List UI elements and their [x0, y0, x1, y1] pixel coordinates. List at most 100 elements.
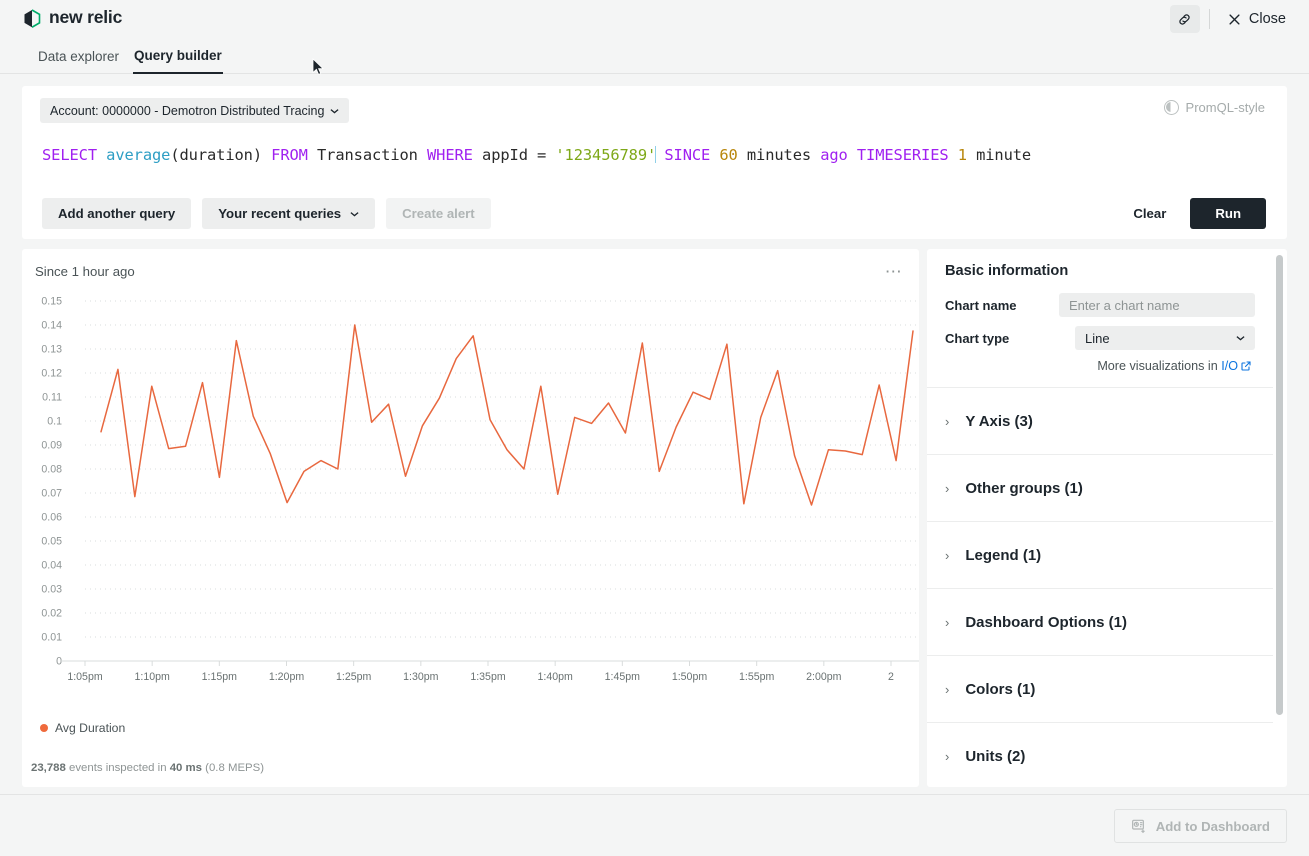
mouse-cursor: [312, 58, 324, 76]
x-axis-tick-label: 1:30pm: [403, 671, 439, 683]
y-axis-tick-label: 0.11: [42, 392, 62, 404]
x-axis-tick-label: 1:40pm: [537, 671, 573, 683]
chart-type-value: Line: [1085, 331, 1110, 346]
promql-label: PromQL-style: [1186, 100, 1265, 115]
section-other-groups[interactable]: › Other groups (1): [927, 455, 1273, 522]
chevron-right-icon: ›: [945, 750, 949, 763]
chart-settings-content: Basic information Chart name Chart type …: [927, 249, 1273, 787]
section-dashboard-options[interactable]: › Dashboard Options (1): [927, 589, 1273, 656]
account-selector[interactable]: Account: 0000000 - Demotron Distributed …: [40, 98, 349, 123]
section-y-axis[interactable]: › Y Axis (3): [927, 388, 1273, 455]
basic-information-section: Basic information Chart name Chart type …: [927, 249, 1273, 388]
nrql-token-8: '123456789': [555, 146, 656, 164]
basic-information-heading: Basic information: [945, 263, 1255, 279]
add-to-dashboard-label: Add to Dashboard: [1156, 819, 1270, 834]
y-axis-tick-label: 0.08: [41, 464, 62, 476]
y-axis-tick-label: 0.15: [41, 296, 62, 308]
nrql-token-10: SINCE: [664, 146, 710, 164]
section-units-label: Units (2): [965, 748, 1025, 765]
more-visualizations-link[interactable]: I/O: [1221, 359, 1238, 373]
query-rate: (0.8 MEPS): [202, 762, 264, 774]
add-to-dashboard-button: Add to Dashboard: [1114, 809, 1287, 843]
settings-scrollbar-thumb[interactable]: [1276, 255, 1283, 715]
new-relic-logo[interactable]: new relic: [22, 7, 122, 28]
y-axis-tick-label: 0.02: [41, 608, 62, 620]
query-panel: Account: 0000000 - Demotron Distributed …: [22, 86, 1287, 239]
chart-name-input[interactable]: [1059, 293, 1255, 317]
copy-link-button[interactable]: [1170, 5, 1200, 33]
query-duration: 40 ms: [170, 762, 202, 774]
x-axis-tick-label: 1:10pm: [134, 671, 170, 683]
x-axis-tick-label: 1:05pm: [67, 671, 103, 683]
nrql-query-input[interactable]: SELECT average(duration) FROM Transactio…: [42, 144, 1267, 166]
run-button[interactable]: Run: [1190, 198, 1266, 229]
query-actions-left: Add another query Your recent queries Cr…: [42, 198, 491, 229]
y-axis-tick-label: 0.14: [41, 320, 62, 332]
chevron-right-icon: ›: [945, 415, 949, 428]
external-link-icon: [1240, 360, 1252, 372]
y-axis-tick-label: 0.12: [41, 368, 62, 380]
chevron-right-icon: ›: [945, 549, 949, 562]
chart-settings-panel: Basic information Chart name Chart type …: [927, 249, 1287, 787]
more-visualizations-text: More visualizations in: [1097, 359, 1221, 373]
chart-name-label: Chart name: [945, 298, 1059, 313]
chart-footer-stats: 23,788 events inspected in 40 ms (0.8 ME…: [31, 762, 264, 774]
tab-data-explorer-label: Data explorer: [38, 49, 119, 64]
close-button[interactable]: Close: [1219, 6, 1297, 32]
y-axis-tick-label: 0.03: [41, 584, 62, 596]
recent-queries-label: Your recent queries: [218, 206, 341, 221]
y-axis-tick-label: 0.06: [41, 512, 62, 524]
nrql-token-4: FROM: [271, 146, 308, 164]
add-another-query-label: Add another query: [58, 206, 175, 221]
section-units[interactable]: › Units (2): [927, 723, 1273, 787]
half-circle-icon: [1164, 100, 1179, 115]
bottom-bar: Add to Dashboard: [0, 794, 1309, 856]
more-options-icon[interactable]: ⋯: [883, 263, 905, 281]
legend-series-label: Avg Duration: [55, 721, 125, 735]
tab-data-explorer[interactable]: Data explorer: [38, 38, 119, 74]
clear-button[interactable]: Clear: [1125, 198, 1174, 229]
chevron-down-icon: [330, 108, 339, 114]
chart-time-range-title: Since 1 hour ago: [35, 264, 135, 279]
y-axis-tick-label: 0.01: [41, 632, 62, 644]
nrql-token-5: Transaction: [308, 146, 427, 164]
query-actions-right: Clear Run: [1125, 198, 1266, 229]
y-axis-tick-label: 0.04: [41, 560, 62, 572]
chart-legend[interactable]: Avg Duration: [40, 721, 125, 735]
events-inspected-suffix: events inspected in: [66, 762, 170, 774]
nrql-token-9: [655, 146, 664, 164]
y-axis-tick-label: 0.1: [47, 416, 62, 428]
chevron-right-icon: ›: [945, 683, 949, 696]
x-axis-tick-label: 1:25pm: [336, 671, 372, 683]
x-axis-tick-label: 1:55pm: [739, 671, 775, 683]
section-other-groups-label: Other groups (1): [965, 480, 1083, 497]
x-axis-tick-label: 1:35pm: [470, 671, 506, 683]
top-bar-actions: Close: [1170, 5, 1297, 33]
y-axis-tick-label: 0.09: [41, 440, 62, 452]
recent-queries-button[interactable]: Your recent queries: [202, 198, 375, 229]
line-chart[interactable]: 0.150.140.130.120.110.10.090.080.070.060…: [22, 289, 919, 729]
add-another-query-button[interactable]: Add another query: [42, 198, 191, 229]
section-colors[interactable]: › Colors (1): [927, 656, 1273, 723]
close-x-icon: [1227, 12, 1242, 27]
chart-type-select[interactable]: Line: [1075, 326, 1255, 350]
promql-style-toggle[interactable]: PromQL-style: [1164, 100, 1265, 115]
x-axis-tick-label: 2:00pm: [806, 671, 842, 683]
clear-label: Clear: [1133, 206, 1166, 221]
x-axis-tick-label: 1:45pm: [605, 671, 641, 683]
brand-name: new relic: [49, 7, 122, 28]
nrql-token-16: TIMESERIES: [857, 146, 949, 164]
nrql-token-14: ago: [820, 146, 848, 164]
section-legend[interactable]: › Legend (1): [927, 522, 1273, 589]
section-colors-label: Colors (1): [965, 681, 1035, 698]
nrql-token-17: [949, 146, 958, 164]
more-visualizations-row: More visualizations in I/O: [945, 359, 1255, 373]
nrql-token-7: appId =: [473, 146, 556, 164]
series-line-avg-duration[interactable]: [101, 325, 913, 505]
nrql-token-12: 60: [719, 146, 737, 164]
chart-type-row: Chart type Line: [945, 326, 1255, 350]
chart-card: Since 1 hour ago ⋯ 0.15 0.14 0.13 0.12 0.11 0…: [22, 249, 919, 787]
tab-query-builder[interactable]: Query builder: [133, 38, 223, 74]
nrql-token-0: SELECT: [42, 146, 97, 164]
y-axis-tick-label: 0.13: [41, 344, 62, 356]
